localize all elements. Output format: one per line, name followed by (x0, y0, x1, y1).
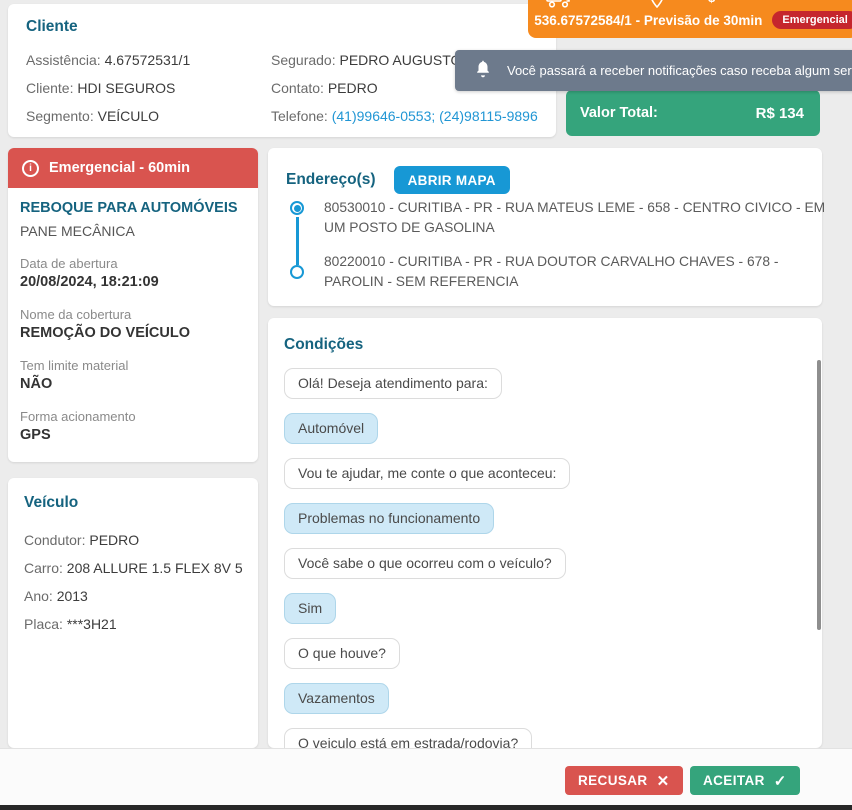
dollar-icon: $ (708, 0, 715, 5)
chat-bubble-user: Automóvel (284, 413, 379, 444)
toast-message: Você passará a receber notificações caso… (507, 63, 852, 78)
route-end-dot (290, 265, 304, 279)
phone-link[interactable]: (41)99646-0553; (24)98115-9896 (332, 108, 538, 124)
service-name: REBOQUE PARA AUTOMÓVEIS (20, 200, 238, 216)
driver-field: Condutor: PEDRO (24, 532, 140, 548)
conditions-card-title: Condições (284, 336, 364, 353)
conditions-card: Condições Olá! Deseja atendimento para: … (268, 318, 822, 748)
chat-bubble-bot: O que houve? (284, 638, 400, 669)
vehicle-card: Veículo Condutor: PEDRO Carro: 208 ALLUR… (8, 478, 258, 748)
problem-type: PANE MECÂNICA (20, 223, 135, 239)
chat-bubble-bot: Olá! Deseja atendimento para: (284, 368, 502, 399)
route-line (296, 217, 299, 265)
total-value-box: Valor Total: R$ 134 (566, 90, 820, 136)
bottom-bar (0, 805, 852, 810)
action-footer: RECUSAR ✕ ACEITAR ✓ (0, 748, 852, 805)
assistance-field: Assistência: 4.67572531/1 (26, 52, 191, 68)
route-start-dot-core (293, 204, 301, 212)
info-icon: i (22, 159, 39, 177)
car-field: Carro: 208 ALLURE 1.5 FLEX 8V 5 (24, 560, 243, 576)
bell-icon (473, 59, 493, 82)
notification-toast: Você passará a receber notificações caso… (455, 50, 852, 91)
total-value: R$ 134 (755, 104, 804, 122)
open-map-button[interactable]: ABRIR MAPA (393, 166, 510, 194)
emergency-banner-label: Emergencial - 60min (49, 160, 191, 176)
chat-scrollbar[interactable] (817, 360, 821, 630)
client-field: Cliente: HDI SEGUROS (26, 80, 176, 96)
phone-field: Telefone: (41)99646-0553; (24)98115-9896 (271, 108, 538, 124)
offer-title: 536.67572584/1 - Previsão de 30min (534, 12, 763, 28)
addresses-card: Endereço(s) ABRIR MAPA 80530010 - CURITI… (268, 148, 825, 306)
close-icon: ✕ (656, 772, 670, 790)
segment-field: Segmento: VEÍCULO (26, 108, 160, 124)
route-start-dot (290, 201, 304, 215)
open-date-field: Data de abertura 20/08/2024, 18:21:09 (20, 256, 159, 290)
chat-bubble-user: Problemas no funcionamento (284, 503, 495, 534)
service-card: i Emergencial - 60min REBOQUE PARA AUTOM… (8, 148, 258, 462)
trigger-mode-field: Forma acionamento GPS (20, 409, 136, 443)
chat-bubble-bot: Você sabe o que ocorreu com o veículo? (284, 548, 566, 579)
chat-bubble-bot: Vou te ajudar, me conte o que aconteceu: (284, 458, 571, 489)
emergency-banner: i Emergencial - 60min (8, 148, 258, 188)
origin-address: 80530010 - CURITIBA - PR - RUA MATEUS LE… (324, 200, 826, 235)
client-card-title: Cliente (26, 18, 78, 35)
total-label: Valor Total: (580, 105, 658, 121)
reject-button[interactable]: RECUSAR ✕ (565, 766, 683, 795)
emergency-badge: Emergencial (772, 11, 852, 29)
plate-field: Placa: ***3H21 (24, 616, 117, 632)
check-icon: ✓ (773, 772, 787, 790)
chat-bubble-bot: O veiculo está em estrada/rodovia? (284, 728, 533, 748)
vehicle-card-title: Veículo (24, 494, 79, 511)
coverage-name-field: Nome da cobertura REMOÇÃO DO VEÍCULO (20, 307, 190, 341)
material-limit-field: Tem limite material NÃO (20, 358, 129, 392)
destination-address: 80220010 - CURITIBA - PR - RUA DOUTOR CA… (324, 254, 779, 289)
accept-button[interactable]: ACEITAR ✓ (690, 766, 800, 795)
service-offer-banner[interactable]: $ 536.67572584/1 - Previsão de 30min Eme… (528, 0, 852, 38)
addresses-card-title: Endereço(s) (286, 171, 376, 188)
year-field: Ano: 2013 (24, 588, 88, 604)
chat-bubble-user: Sim (284, 593, 337, 624)
chat-bubble-user: Vazamentos (284, 683, 389, 714)
